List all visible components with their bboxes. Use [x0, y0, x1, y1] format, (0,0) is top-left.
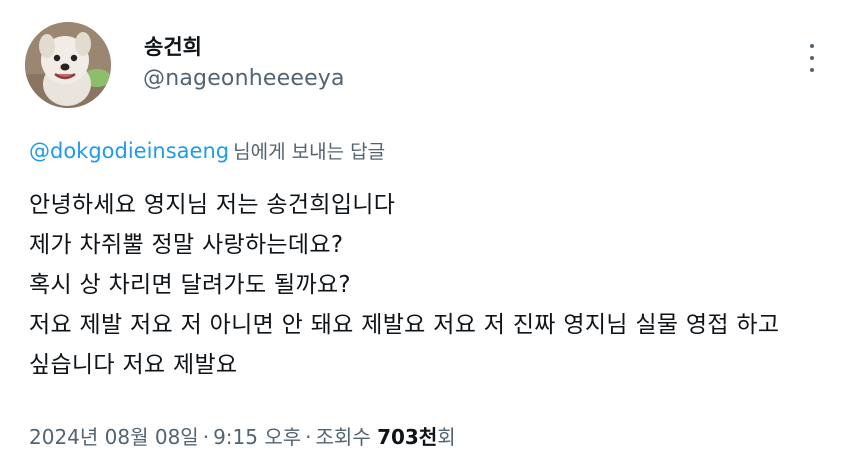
tweet-time[interactable]: 9:15 오후 [213, 425, 301, 449]
more-options-button[interactable] [800, 40, 824, 76]
views-label: 조회수 [315, 425, 371, 449]
tweet-text-line: 저요 제발 저요 저 아니면 안 돼요 제발요 저요 저 진짜 영지님 실물 영… [29, 312, 780, 338]
reply-mention-link[interactable]: @dokgodieinsaeng [29, 139, 229, 163]
reply-context: @dokgodieinsaeng 님에게 보내는 답글 [29, 137, 385, 166]
more-horizontal-icon [810, 56, 814, 60]
more-horizontal-icon [810, 68, 814, 72]
meta-separator: · [305, 425, 312, 449]
tweet-metadata: 2024년 08월 08일 · 9:15 오후 · 조회수 703천회 [29, 422, 456, 452]
tweet-text-line: 제가 차쥐뿔 정말 사랑하는데요? [29, 232, 344, 258]
tweet-card: 송건희 @nageonheeeeya @dokgodieinsaeng 님에게 보… [0, 0, 856, 473]
display-name[interactable]: 송건희 [144, 34, 202, 60]
tweet-text-line: 안녕하세요 영지님 저는 송건희입니다 [29, 192, 396, 218]
dog-avatar-image [25, 22, 111, 108]
avatar[interactable] [25, 22, 111, 108]
tweet-date[interactable]: 2024년 08월 08일 [29, 425, 199, 449]
user-handle[interactable]: @nageonheeeeya [143, 65, 345, 93]
more-horizontal-icon [810, 44, 814, 48]
reply-context-suffix: 님에게 보내는 답글 [233, 141, 386, 163]
views-unit: 회 [437, 425, 456, 449]
tweet-text: 안녕하세요 영지님 저는 송건희입니다 제가 차쥐뿔 정말 사랑하는데요? 혹시… [29, 185, 829, 385]
views-count[interactable]: 703천 [377, 425, 437, 449]
tweet-text-line: 혹시 상 차리면 달려가도 될까요? [29, 272, 351, 298]
tweet-text-line: 싶습니다 저요 제발요 [29, 352, 238, 378]
meta-separator: · [202, 425, 210, 449]
